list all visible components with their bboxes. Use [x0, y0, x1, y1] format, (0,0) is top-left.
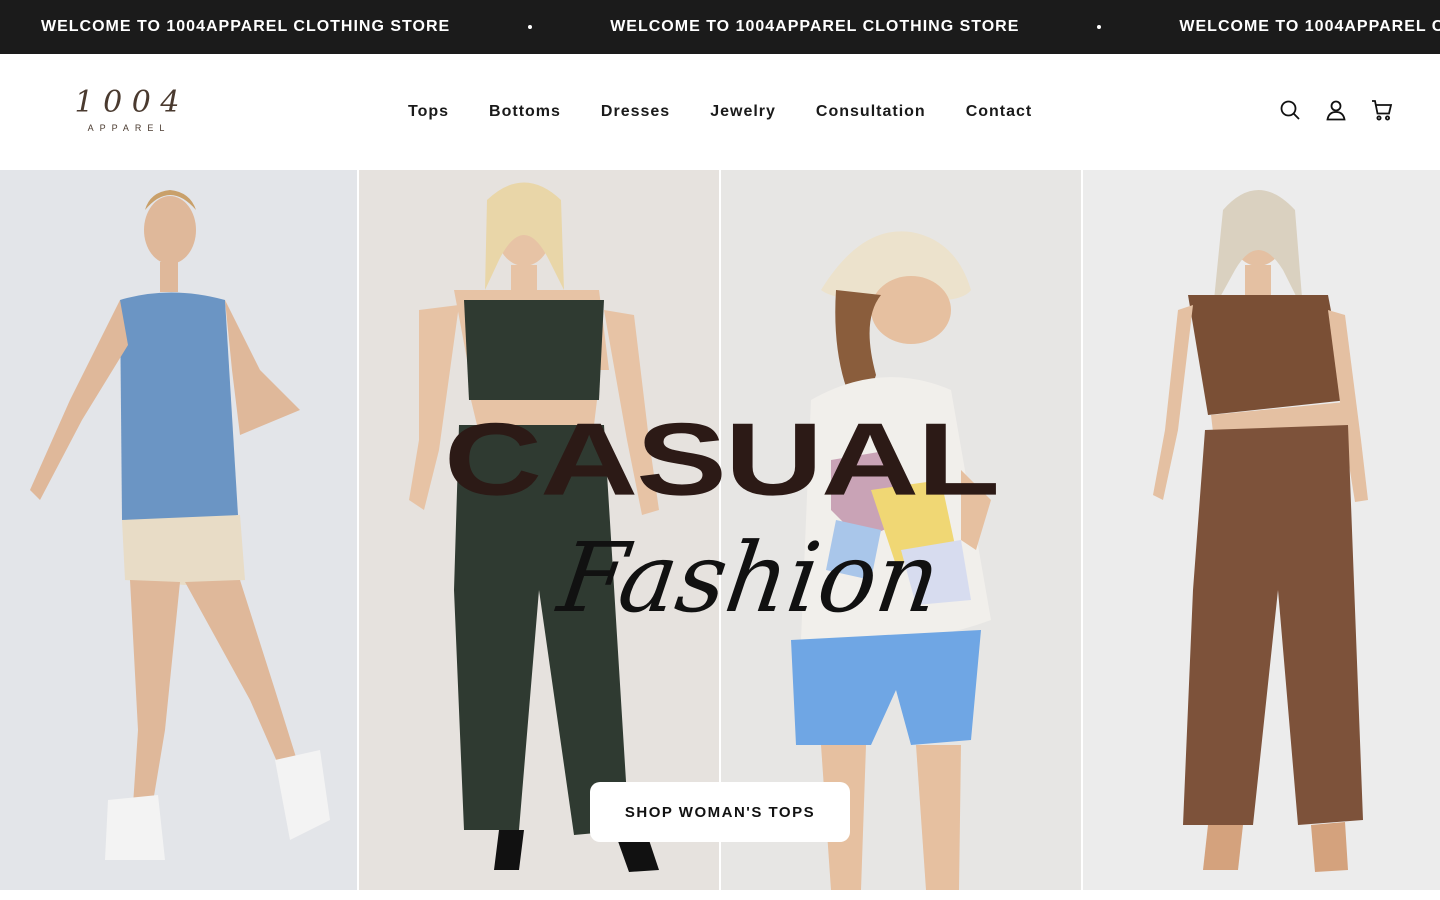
announcement-text: WELCOME TO 1004APPAREL CLOTHING STORE [1179, 18, 1440, 35]
search-icon[interactable] [1278, 98, 1302, 122]
main-nav: Tops Bottoms Dresses Jewelry Consultatio… [388, 54, 1052, 170]
hero-image-model-blue-top [0, 170, 357, 890]
logo-subtitle: APPAREL [88, 123, 171, 133]
nav-item-bottoms[interactable]: Bottoms [469, 103, 581, 121]
site-header: 1 0 0 4 APPAREL Tops Bottoms Dresses Jew… [0, 54, 1440, 170]
account-icon[interactable] [1324, 98, 1348, 122]
logo-wordmark: 1 0 0 4 [75, 85, 180, 120]
announcement-item: WELCOME TO 1004APPAREL CLOTHING STORE [41, 18, 610, 36]
announcement-item: WELCOME TO 1004APPAREL CLOTHING STORE [610, 18, 1179, 36]
header-actions [1278, 98, 1394, 122]
announcement-track: WELCOME TO 1004APPAREL CLOTHING STORE WE… [41, 0, 1440, 54]
hero-banner: CASUAL Fashion SHOP WOMAN'S TOPS [0, 170, 1440, 890]
nav-item-consultation[interactable]: Consultation [796, 103, 946, 121]
nav-item-dresses[interactable]: Dresses [581, 103, 690, 121]
hero-image-model-brown-set [1083, 170, 1440, 890]
nav-item-contact[interactable]: Contact [946, 103, 1053, 121]
cart-icon[interactable] [1370, 98, 1394, 122]
announcement-separator-dot [1097, 25, 1102, 29]
shop-womens-tops-button[interactable]: SHOP WOMAN'S TOPS [590, 782, 850, 842]
nav-item-jewelry[interactable]: Jewelry [690, 103, 796, 121]
nav-item-tops[interactable]: Tops [388, 103, 469, 121]
site-logo[interactable]: 1 0 0 4 APPAREL [52, 84, 202, 140]
announcement-separator-dot [528, 25, 533, 29]
announcement-item: WELCOME TO 1004APPAREL CLOTHING STORE [1179, 18, 1440, 36]
announcement-bar: WELCOME TO 1004APPAREL CLOTHING STORE WE… [0, 0, 1440, 54]
announcement-text: WELCOME TO 1004APPAREL CLOTHING STORE [610, 18, 1020, 35]
announcement-text: WELCOME TO 1004APPAREL CLOTHING STORE [41, 18, 451, 35]
